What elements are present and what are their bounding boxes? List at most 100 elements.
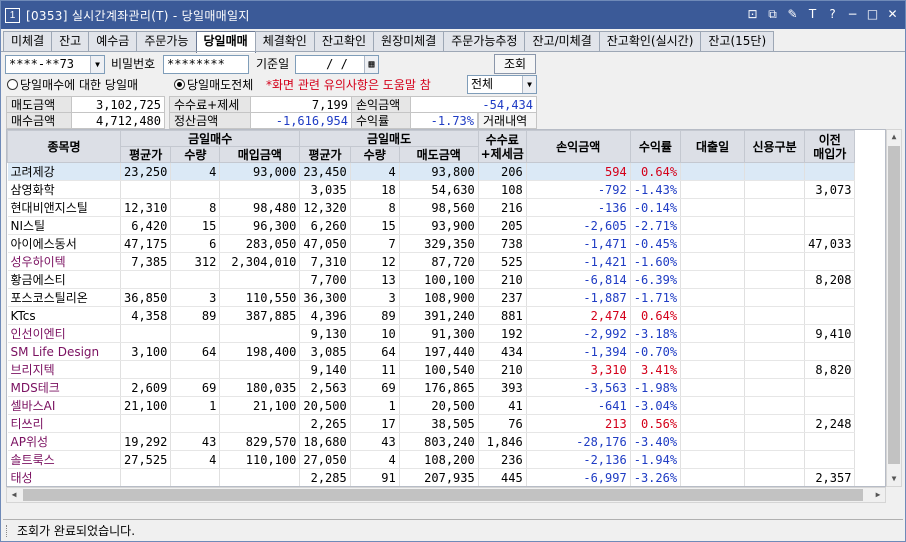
header-buy-avg[interactable]: 평균가	[119, 146, 172, 163]
cell-fee: 205	[478, 216, 527, 235]
radio-sell-option[interactable]: 당일매도전체	[174, 76, 264, 95]
query-button[interactable]: 조회	[494, 54, 536, 74]
calendar-icon[interactable]: ▦	[364, 56, 378, 73]
header-buy-amount[interactable]: 매입금액	[219, 146, 301, 163]
table-row[interactable]: 셀바스AI 21,100 1 21,100 20,500 1 20,500 41 -641 -3.…	[7, 396, 856, 415]
cell-sell-qty: 1	[350, 396, 400, 415]
filter-value: 전체	[471, 77, 494, 91]
table-row[interactable]: 티쓰리 2,265 17 38,505 76 213 0.56% 2,248	[7, 414, 856, 433]
scroll-right-icon[interactable]: ▶	[871, 488, 885, 502]
header-sell-qty[interactable]: 수량	[349, 146, 400, 163]
cell-name: NI스틸	[7, 216, 121, 235]
radio-buy-option[interactable]: 당일매수에 대한 당일매	[7, 76, 138, 95]
cell-prev-price	[804, 450, 856, 469]
copy-window-icon[interactable]: ⧉	[764, 5, 781, 23]
tab-ledger-unfilled[interactable]: 원장미체결	[373, 31, 445, 52]
header-name[interactable]: 종목명	[7, 130, 121, 163]
table-row[interactable]: 성우하이텍 7,385 312 2,304,010 7,310 12 87,720 525 -1…	[7, 252, 856, 271]
tab-fill-confirm[interactable]: 체결확인	[254, 31, 315, 52]
cell-fee: 881	[478, 306, 527, 325]
table-row[interactable]: 포스코스틸리온 36,850 3 110,550 36,300 3 108,900 237 -1…	[7, 288, 856, 307]
tab-unfilled[interactable]: 미체결	[3, 31, 53, 52]
table-row[interactable]: 삼영화학 3,035 18 54,630 108 -792 -1.43% 3,073	[7, 180, 856, 199]
tab-balance-confirm[interactable]: 잔고확인	[313, 31, 375, 52]
link-icon[interactable]: ⊡	[744, 5, 761, 23]
vertical-scrollbar[interactable]: ▲ ▼	[886, 129, 902, 487]
table-row[interactable]: AP위성 19,292 43 829,570 18,680 43 803,240 1,846-…	[7, 432, 856, 451]
account-select[interactable]: ****-**73 ▼	[5, 55, 105, 74]
header-prev-price[interactable]: 이전 매입가	[804, 130, 856, 163]
header-buy-qty[interactable]: 수량	[170, 146, 221, 163]
cell-pnl: 594	[526, 162, 631, 181]
sell-amount-label: 매도금액	[6, 96, 72, 113]
cell-sell-avg: 9,130	[299, 324, 351, 343]
scroll-thumb[interactable]	[888, 146, 900, 464]
header-loan-date[interactable]: 대출일	[680, 130, 746, 163]
table-row[interactable]: 태성 2,285 91 207,935 445 -6,997 -3.26% 2,357	[7, 468, 856, 486]
header-credit[interactable]: 신용구분	[744, 130, 806, 163]
trade-table[interactable]: 종목명 금일매수 금일매도 수수료 +제세금 손익금액 수익률 대출일 신용구분…	[6, 129, 886, 487]
radio-button-icon[interactable]	[7, 79, 18, 90]
tab-balance-unfilled[interactable]: 잔고/미체결	[524, 31, 600, 52]
chevron-down-icon[interactable]: ▼	[90, 56, 104, 73]
base-date-field[interactable]: / / ▦	[295, 55, 379, 74]
table-row[interactable]: MDS테크 2,609 69 180,035 2,563 69 176,865 393 -3,5…	[7, 378, 856, 397]
tab-balance-15[interactable]: 잔고(15단)	[700, 31, 775, 52]
tab-balance-realtime[interactable]: 잔고확인(실시간)	[598, 31, 702, 52]
minimize-icon[interactable]: −	[844, 5, 861, 23]
table-row[interactable]: 솔트룩스 27,525 4 110,100 27,050 4 108,200 236 -2,13…	[7, 450, 856, 469]
tab-orderable[interactable]: 주문가능	[136, 31, 197, 52]
table-row[interactable]: 고려제강 23,250 4 93,000 23,450 4 93,800 206 594 0.64…	[7, 162, 856, 181]
table-row[interactable]: KTcs 4,358 89 387,885 4,396 89 391,240 881 2,474…	[7, 306, 856, 325]
table-row[interactable]: 브리지텍 9,140 11 100,540 210 3,310 3.41% 8,820	[7, 360, 856, 379]
cell-sell-qty: 10	[350, 324, 400, 343]
table-row[interactable]: 아이에스동서 47,175 6 283,050 47,050 7 329,350 738 -1,…	[7, 234, 856, 253]
chevron-down-icon[interactable]: ▼	[522, 76, 536, 93]
help-icon[interactable]: ?	[824, 5, 841, 23]
header-rate[interactable]: 수익률	[629, 130, 682, 163]
title-bar[interactable]: 1 [0353] 실시간계좌관리(T) - 당일매매일지 ⊡ ⧉ ✎ T ? −…	[1, 1, 905, 29]
radio-buy-label: 당일매수에 대한 당일매	[20, 78, 139, 92]
password-field[interactable]: ********	[163, 55, 249, 74]
tab-orderable-estimate[interactable]: 주문가능추정	[443, 31, 526, 52]
app-icon[interactable]: 1	[5, 7, 20, 23]
cell-sell-avg: 18,680	[299, 432, 351, 451]
scroll-thumb[interactable]	[23, 489, 863, 501]
scroll-down-icon[interactable]: ▼	[887, 472, 901, 486]
tab-day-trade[interactable]: 당일매매	[195, 31, 256, 53]
tab-bar: 미체결 잔고 예수금 주문가능 당일매매 체결확인 잔고확인 원장미체결 주문가…	[3, 31, 775, 53]
tab-deposit[interactable]: 예수금	[88, 31, 138, 52]
table-row[interactable]: SM Life Design 3,100 64 198,400 3,085 64 197,4…	[7, 342, 856, 361]
tab-balance[interactable]: 잔고	[51, 31, 90, 52]
history-button[interactable]: 거래내역	[478, 112, 537, 129]
cell-pnl: 2,474	[526, 306, 631, 325]
cell-sell-qty: 11	[350, 360, 400, 379]
table-row[interactable]: NI스틸 6,420 15 96,300 6,260 15 93,900 205 -2,605-…	[7, 216, 856, 235]
cell-buy-amount	[219, 414, 301, 433]
radio-button-selected-icon[interactable]	[174, 79, 185, 90]
pin-icon[interactable]: ✎	[784, 5, 801, 23]
scroll-left-icon[interactable]: ◀	[7, 488, 21, 502]
header-sell-avg[interactable]: 평균가	[299, 146, 351, 163]
cell-pnl: -28,176	[526, 432, 631, 451]
cell-loan-date	[680, 288, 746, 307]
cell-sell-avg: 27,050	[299, 450, 351, 469]
cell-rate: -1.71%	[630, 288, 682, 307]
table-row[interactable]: 현대비앤지스틸 12,310 8 98,480 12,320 8 98,560 216 -136…	[7, 198, 856, 217]
scroll-up-icon[interactable]: ▲	[887, 130, 901, 144]
cell-sell-qty: 91	[350, 468, 400, 486]
cell-credit	[744, 414, 806, 433]
close-icon[interactable]: ✕	[884, 5, 901, 23]
cell-name: 성우하이텍	[7, 252, 121, 271]
header-fee[interactable]: 수수료 +제세금	[477, 130, 527, 163]
filter-select[interactable]: 전체 ▼	[467, 75, 537, 94]
horizontal-scrollbar[interactable]: ◀ ▶	[6, 487, 886, 503]
header-pnl[interactable]: 손익금액	[525, 130, 631, 163]
table-row[interactable]: 인선이엔티 9,130 10 91,300 192 -2,992 -3.18% 9,410	[7, 324, 856, 343]
cell-buy-qty: 15	[170, 216, 221, 235]
maximize-icon[interactable]: □	[864, 5, 881, 23]
cell-loan-date	[680, 324, 746, 343]
font-size-icon[interactable]: T	[804, 5, 821, 23]
table-row[interactable]: 황금에스티 7,700 13 100,100 210 -6,814 -6.39% 8,208	[7, 270, 856, 289]
header-sell-amount[interactable]: 매도금액	[398, 146, 479, 163]
